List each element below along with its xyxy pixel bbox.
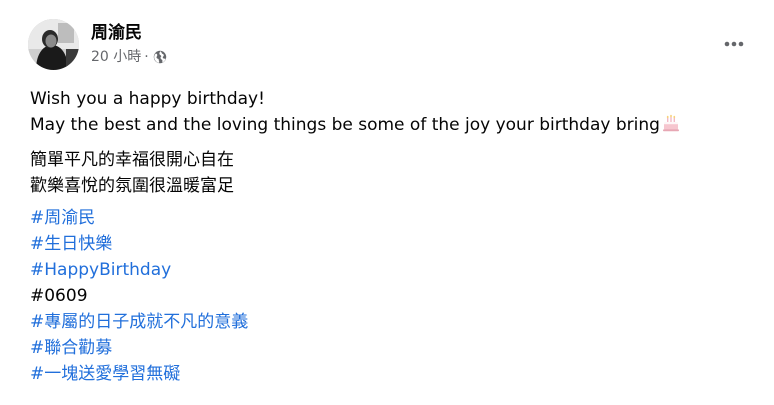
hashtag-link[interactable]: #專屬的日子成就不凡的意義 [30,309,754,335]
hashtag-link[interactable]: #HappyBirthday [30,257,754,283]
post-text-line: 歡樂喜悅的氛圍很溫暖富足 [30,176,234,196]
post-body: Wish you a happy birthday! May the best … [30,86,754,393]
post-header: 周渝民 20 小時 · [28,19,167,75]
post-timestamp[interactable]: 20 小時 [91,48,141,66]
hashtag-link[interactable]: #聯合勸募 [30,335,754,361]
post-card: 周渝民 20 小時 · Wish you a happy birthday! M… [0,0,774,405]
post-meta: 周渝民 20 小時 · [91,21,167,66]
profile-photo [28,19,79,70]
paragraph-chinese: 簡單平凡的幸福很開心自在 歡樂喜悅的氛圍很溫暖富足 [30,147,754,199]
post-text-line: Wish you a happy birthday! [30,89,265,109]
hashtag-list: #周渝民 #生日快樂 #HappyBirthday #0609 #專屬的日子成就… [30,205,754,387]
post-subline: 20 小時 · [91,48,167,66]
hashtag-link[interactable]: #周渝民 [30,205,754,231]
author-name[interactable]: 周渝民 [91,21,167,45]
birthday-cake-icon [661,113,681,141]
plain-hashtag-text: #0609 [30,286,88,306]
post-text-line-with-emoji: May the best and the loving things be so… [30,112,754,141]
hashtag-link[interactable]: #一塊送愛學習無礙 [30,361,754,387]
globe-icon[interactable] [153,50,167,64]
paragraph-english: Wish you a happy birthday! May the best … [30,86,754,141]
separator-dot: · [144,49,149,65]
post-text-line: 簡單平凡的幸福很開心自在 [30,150,234,170]
more-options-icon[interactable] [722,32,746,56]
hashtag-link[interactable]: #生日快樂 [30,231,754,257]
post-text-line: May the best and the loving things be so… [30,115,660,135]
avatar[interactable] [28,19,79,70]
